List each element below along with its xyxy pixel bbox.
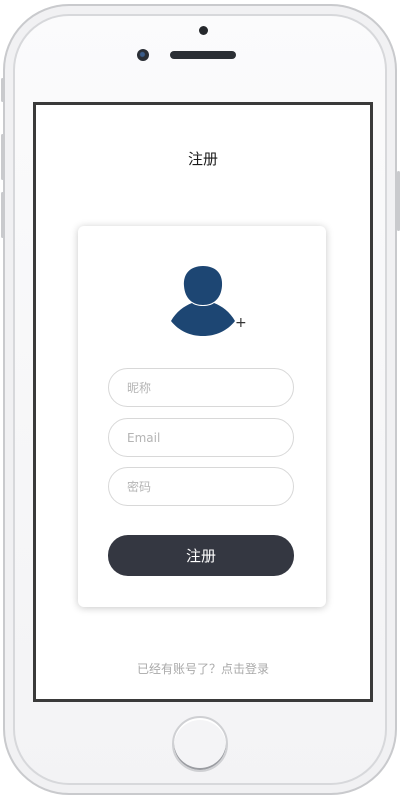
earpiece-speaker [170, 51, 236, 59]
register-button[interactable]: 注册 [108, 535, 294, 576]
add-avatar-icon[interactable]: + [235, 316, 247, 330]
nickname-input[interactable] [108, 368, 294, 407]
app-screen: 注册 + 注册 已经有账号了？点击登录 [33, 102, 373, 702]
phone-side-button [1, 78, 4, 102]
phone-volume-down-button [1, 192, 4, 238]
page-title: 注册 [187, 150, 218, 168]
user-avatar-icon[interactable] [168, 263, 238, 337]
password-input[interactable] [108, 467, 294, 506]
front-camera-icon [137, 49, 149, 61]
login-link[interactable]: 已经有账号了？点击登录 [36, 660, 370, 677]
proximity-sensor [199, 26, 208, 35]
email-input[interactable] [108, 418, 294, 457]
register-card: + 注册 [78, 226, 326, 607]
home-button[interactable] [172, 716, 228, 772]
phone-volume-up-button [1, 134, 4, 180]
phone-power-button [397, 171, 400, 231]
